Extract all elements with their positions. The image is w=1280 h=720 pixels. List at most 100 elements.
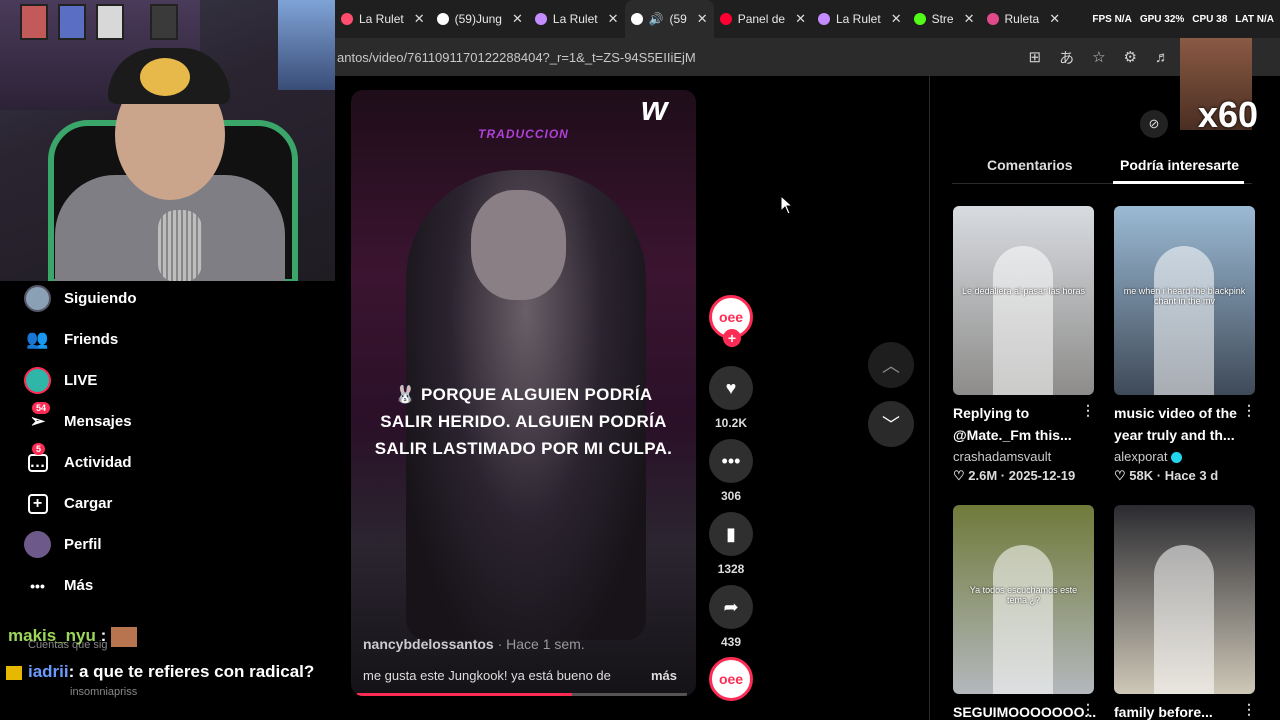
verified-badge-icon xyxy=(1171,452,1183,464)
compass-icon[interactable]: ⊘ xyxy=(1140,110,1168,138)
upload-icon: + xyxy=(24,490,51,517)
lamp-light xyxy=(278,0,335,90)
tab-favicon-icon xyxy=(630,13,643,25)
speaker-icon[interactable]: 🔊 xyxy=(649,12,664,26)
sidebar-item-perfil[interactable]: Perfil xyxy=(24,531,102,558)
suggested-account[interactable]: insomniapriss xyxy=(70,686,137,698)
address-bar[interactable]: antos/video/7611091170122288404?_r=1&_t=… xyxy=(335,38,1280,76)
close-tab-icon[interactable]: ✕ xyxy=(608,11,619,27)
close-tab-icon[interactable]: ✕ xyxy=(697,11,708,27)
extensions-icon[interactable]: ⚙ xyxy=(1124,48,1137,66)
related-video-author[interactable]: crashadamsvault xyxy=(953,449,1051,464)
sidebar-item-live[interactable]: LIVE xyxy=(24,367,97,394)
thumbnail-subject xyxy=(1154,246,1214,395)
friends-icon: 👥 xyxy=(26,329,49,349)
post-date: Hace 3 d xyxy=(1164,468,1219,483)
browser-tab[interactable]: La Rulet ✕ xyxy=(335,0,431,38)
more-options-icon[interactable]: ⋮ xyxy=(1242,701,1256,718)
sidebar-item-siguiendo[interactable]: Siguiendo xyxy=(24,285,137,312)
more-options-icon[interactable]: ⋮ xyxy=(1242,402,1256,419)
caption-line: SALIR LASTIMADO POR MI CULPA. xyxy=(374,439,673,458)
activity-icon: … 5 xyxy=(27,443,48,472)
more-options-icon[interactable]: ⋮ xyxy=(1081,402,1095,419)
hud-cpu: CPU 38 xyxy=(1192,13,1228,25)
caption-line: SALIR HERIDO. ALGUIEN PODRÍA xyxy=(380,412,667,431)
close-tab-icon[interactable]: ✕ xyxy=(795,11,806,27)
tab-title: La Rulet xyxy=(552,12,598,26)
video-player[interactable]: TRADUCCION w 🐰 PORQUE ALGUIEN PODRÍA SAL… xyxy=(351,90,696,696)
share-button[interactable]: ➦ xyxy=(709,585,753,629)
related-video-thumbnail[interactable]: me when i heard the blackpink chant in t… xyxy=(1114,206,1255,395)
tab-favicon-icon xyxy=(913,13,926,25)
app-install-icon[interactable]: ⊞ xyxy=(1029,48,1042,66)
microphone xyxy=(158,210,202,281)
poster xyxy=(150,4,178,40)
chat-line: iadrii: a que te refieres con radical? xyxy=(6,662,346,682)
browser-tab[interactable]: 🔊 (59 ✕ xyxy=(624,0,714,38)
caption-line: 🐰 PORQUE ALGUIEN PODRÍA xyxy=(394,385,653,404)
sidebar-item-label: Friends xyxy=(64,331,119,348)
related-video-author[interactable]: alexporat xyxy=(1114,449,1183,464)
chat-line: makis_nyu : xyxy=(8,626,348,647)
sidebar-item-friends[interactable]: 👥 Friends xyxy=(24,326,118,353)
poster xyxy=(96,4,124,40)
browser-tab[interactable]: Stre ✕ xyxy=(908,0,981,38)
sidebar-item-ms[interactable]: ••• Más xyxy=(24,572,93,599)
more-options-icon[interactable]: ⋮ xyxy=(1081,701,1095,718)
webcam-overlay xyxy=(0,0,335,281)
video-progress-bar[interactable] xyxy=(357,693,687,696)
author-name[interactable]: alexporat xyxy=(1114,449,1167,464)
creator-avatar[interactable]: oee + xyxy=(709,295,753,347)
thumbnail-subject xyxy=(993,246,1053,395)
favorite-star-icon[interactable]: ☆ xyxy=(1092,48,1105,66)
video-author[interactable]: nancybdelossantos · Hace 1 sem. xyxy=(363,636,585,652)
save-button[interactable]: ▮ xyxy=(709,512,753,556)
like-button[interactable]: ♥ xyxy=(709,366,753,410)
tab-related[interactable]: Podría interesarte xyxy=(1120,157,1239,173)
follow-plus-icon[interactable]: + xyxy=(723,329,741,347)
tab-title: (59)Jung xyxy=(454,12,502,26)
sidebar-item-cargar[interactable]: + Cargar xyxy=(24,490,112,517)
close-tab-icon[interactable]: ✕ xyxy=(964,11,975,27)
browser-tab[interactable]: Ruleta ✕ xyxy=(981,0,1067,38)
browser-tab[interactable]: Panel de ✕ xyxy=(714,0,812,38)
related-video-thumbnail[interactable]: Le dedaliera al pasar las horas xyxy=(953,206,1094,395)
close-tab-icon[interactable]: ✕ xyxy=(512,11,523,27)
right-panel: ⊘ Comentarios Podría interesarte Le deda… xyxy=(929,76,1280,720)
close-tab-icon[interactable]: ✕ xyxy=(414,11,425,27)
heart-outline-icon: ♡ xyxy=(953,468,965,483)
previous-video-button[interactable]: ︿ xyxy=(868,342,914,388)
author-name[interactable]: crashadamsvault xyxy=(953,449,1051,464)
close-tab-icon[interactable]: ✕ xyxy=(891,11,902,27)
browser-tab[interactable]: (59)Jung ✕ xyxy=(431,0,529,38)
tab-active-indicator xyxy=(1113,181,1244,184)
address-bar-actions: ⊞ あ ☆ ⚙ ♬ xyxy=(1029,38,1171,76)
url-text[interactable]: antos/video/7611091170122288404?_r=1&_t=… xyxy=(337,50,696,65)
tab-comments[interactable]: Comentarios xyxy=(987,157,1073,173)
post-date: · Hace 1 sem. xyxy=(497,636,585,652)
browser-tab[interactable]: La Rulet ✕ xyxy=(812,0,908,38)
related-video-thumbnail[interactable]: Ya todos escuchamos este tema ¿? xyxy=(953,505,1094,694)
collections-icon[interactable]: ♬ xyxy=(1155,49,1170,66)
sidebar-item-actividad[interactable]: … 5 Actividad xyxy=(24,443,132,476)
tab-favicon-icon xyxy=(436,13,449,25)
chat-separator: : xyxy=(100,626,107,645)
comment-button[interactable]: ••• xyxy=(709,439,753,483)
browser-tab[interactable]: La Rulet ✕ xyxy=(529,0,625,38)
screen: La Rulet ✕ (59)Jung ✕ La Rulet ✕ 🔊 (59 ✕ Panel de… xyxy=(0,0,1280,720)
author-name[interactable]: nancybdelossantos xyxy=(363,636,494,652)
tab-favicon-icon xyxy=(534,13,547,25)
more-button[interactable]: más xyxy=(651,668,677,683)
sound-disc-icon[interactable]: oee xyxy=(709,657,753,701)
progress-fill xyxy=(357,693,572,696)
related-video-thumbnail[interactable] xyxy=(1114,505,1255,694)
chat-emote xyxy=(111,626,138,647)
mouse-cursor-icon xyxy=(780,195,794,215)
sound-avatar[interactable]: oee xyxy=(709,657,753,701)
next-video-button[interactable]: ﹀ xyxy=(868,401,914,447)
notification-badge: 5 xyxy=(32,443,46,455)
sidebar-item-mensajes[interactable]: ➢ 54 Mensajes xyxy=(24,402,132,435)
translate-icon[interactable]: あ xyxy=(1059,47,1074,68)
close-tab-icon[interactable]: ✕ xyxy=(1049,11,1060,27)
comment-count: 306 xyxy=(720,489,742,503)
